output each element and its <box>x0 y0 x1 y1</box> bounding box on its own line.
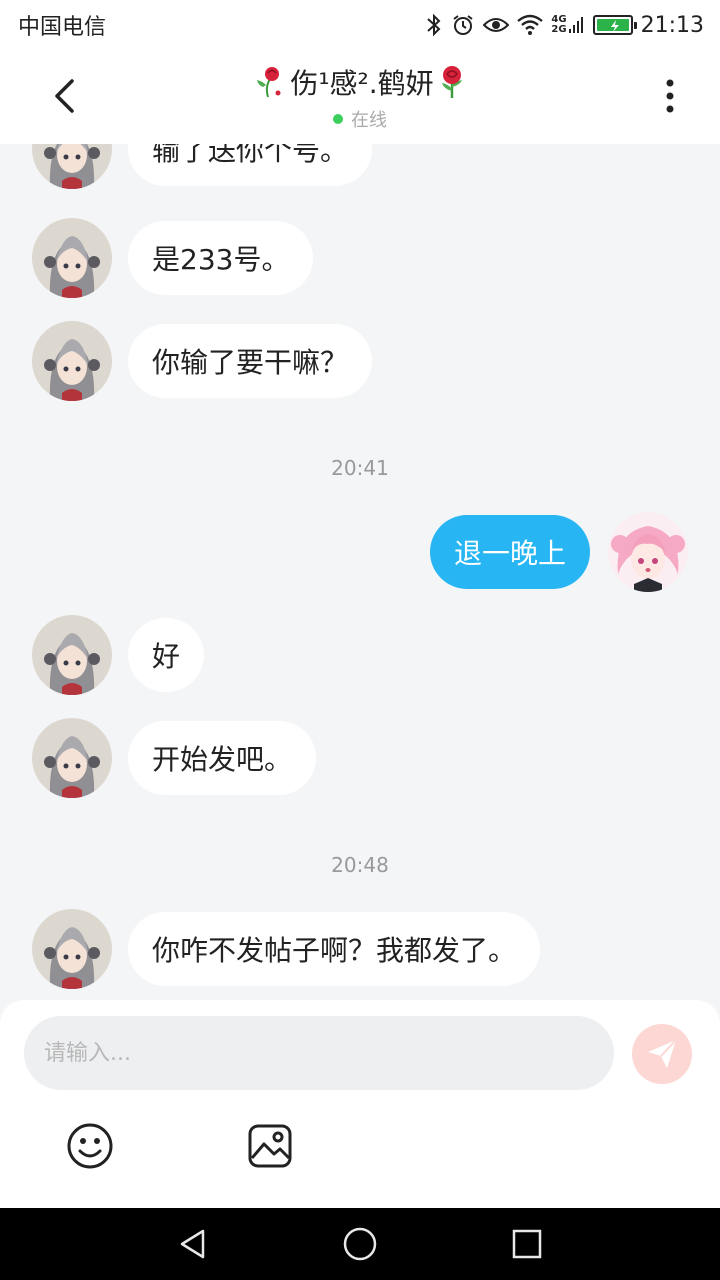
composer <box>0 1000 720 1208</box>
send-icon <box>648 1039 677 1068</box>
square-recent-icon <box>512 1229 541 1259</box>
image-icon <box>248 1124 292 1168</box>
more-vertical-icon <box>666 79 674 113</box>
nav-recent-button[interactable] <box>503 1220 551 1268</box>
chat-title-area: 伤¹感².鹤妍 在线 <box>160 62 560 132</box>
online-dot <box>333 114 343 124</box>
nav-back-button[interactable] <box>169 1220 217 1268</box>
battery-icon <box>592 15 637 35</box>
emoji-button[interactable] <box>66 1122 114 1170</box>
contact-avatar[interactable] <box>32 615 112 695</box>
contact-avatar[interactable] <box>32 218 112 298</box>
contact-avatar[interactable] <box>32 321 112 401</box>
timestamp: 20:48 <box>331 853 389 877</box>
message-bubble-received[interactable]: 你咋不发帖子啊？我都发了。 <box>128 912 541 986</box>
message-row-left: 是233号。 <box>32 218 314 298</box>
wilted-rose-icon <box>257 67 281 98</box>
network-type-bottom: 2G <box>551 24 567 35</box>
alarm-icon <box>453 15 474 35</box>
triangle-back-icon <box>181 1229 205 1259</box>
chat-messages[interactable]: 输了送你个号。 是233号。 你输了要干嘛？ 20:41 退一晚上 好 开始发吧… <box>0 144 720 1000</box>
rose-icon <box>441 66 462 98</box>
message-bubble-sent[interactable]: 退一晚上 <box>429 515 590 589</box>
message-bubble-received[interactable]: 是233号。 <box>128 221 314 295</box>
system-nav-bar <box>0 1208 720 1280</box>
network-indicator: 4G 2G <box>551 15 584 35</box>
send-button[interactable] <box>632 1024 692 1084</box>
eye-icon <box>483 18 510 32</box>
message-bubble-received[interactable]: 开始发吧。 <box>128 721 317 795</box>
status-bar: 中国电信 4G 2G 21:13 <box>0 0 720 50</box>
message-row-left: 开始发吧。 <box>32 718 317 798</box>
message-row-left: 你咋不发帖子啊？我都发了。 <box>32 909 541 989</box>
my-avatar[interactable] <box>608 512 688 592</box>
message-row-left: 好 <box>32 615 205 695</box>
image-button[interactable] <box>246 1122 294 1170</box>
online-status: 在线 <box>351 110 387 131</box>
message-row-right: 退一晚上 <box>429 512 688 592</box>
more-button[interactable] <box>646 72 694 120</box>
back-button[interactable] <box>40 72 88 120</box>
message-row-left: 输了送你个号。 <box>32 144 373 189</box>
signal-icon <box>568 17 583 33</box>
contact-avatar[interactable] <box>32 144 112 189</box>
timestamp: 20:41 <box>331 456 389 480</box>
message-bubble-received[interactable]: 你输了要干嘛？ <box>128 324 373 398</box>
chevron-left-icon <box>55 79 74 113</box>
carrier-label: 中国电信 <box>18 15 107 40</box>
bluetooth-icon <box>427 13 441 37</box>
message-bubble-received[interactable]: 好 <box>128 618 205 692</box>
chat-header: 伤¹感².鹤妍 在线 <box>0 50 720 144</box>
message-row-left: 你输了要干嘛？ <box>32 321 373 401</box>
message-input[interactable] <box>24 1016 614 1090</box>
circle-home-icon <box>343 1227 377 1261</box>
chat-title: 伤¹感².鹤妍 <box>290 67 434 100</box>
message-bubble-received[interactable]: 输了送你个号。 <box>128 144 373 186</box>
status-icons: 4G 2G 21:13 <box>425 13 704 38</box>
clock: 21:13 <box>640 12 704 38</box>
wifi-icon <box>517 14 544 35</box>
emoji-icon <box>67 1123 113 1169</box>
contact-avatar[interactable] <box>32 718 112 798</box>
nav-home-button[interactable] <box>336 1220 384 1268</box>
contact-avatar[interactable] <box>32 909 112 989</box>
